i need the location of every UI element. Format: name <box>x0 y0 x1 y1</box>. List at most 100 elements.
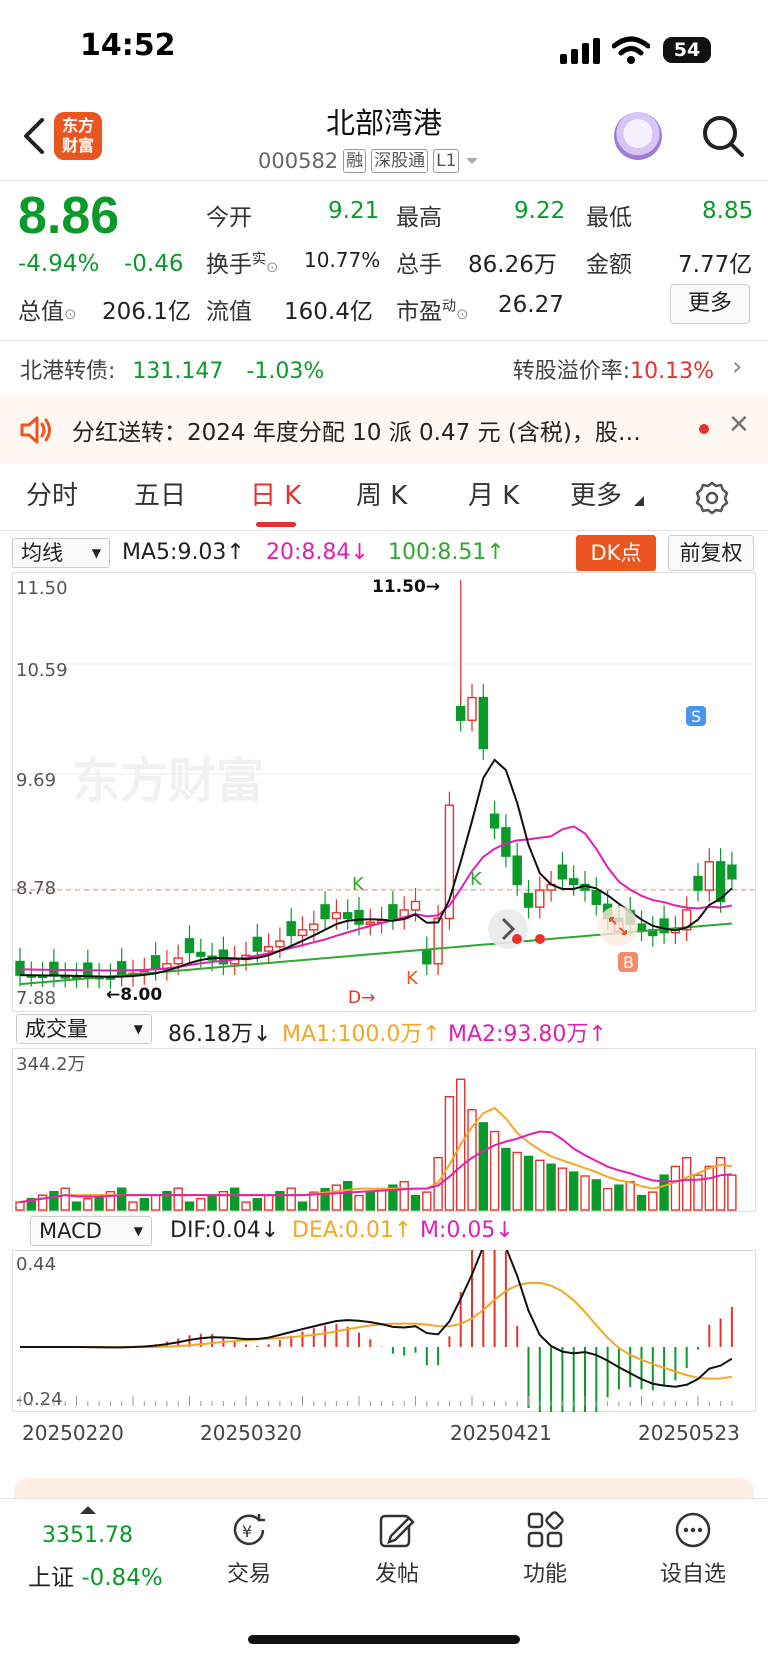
pe-value: 26.27 <box>498 292 564 318</box>
chevron-right-icon[interactable]: › <box>732 352 742 382</box>
candle-body <box>275 940 285 948</box>
tab-five-day[interactable]: 五日 <box>134 475 186 512</box>
change-value: -0.46 <box>124 251 184 277</box>
volume-bar <box>241 1201 251 1211</box>
unread-dot <box>699 424 709 434</box>
volume-bar <box>252 1197 263 1211</box>
volume-bar <box>128 1201 138 1211</box>
home-indicator <box>248 1635 520 1644</box>
candle-body <box>727 864 737 880</box>
date-label-4: 20250523 <box>638 1421 740 1445</box>
volume-bar <box>263 1194 274 1211</box>
premium-row[interactable]: 转股溢价率:10.13% <box>513 353 714 385</box>
chevron-down-icon[interactable] <box>464 155 480 167</box>
candle-body <box>478 696 488 750</box>
nav-trade[interactable]: ¥ 交易 <box>194 1510 304 1588</box>
signal-k-2: K <box>470 869 483 890</box>
volume-bar <box>207 1194 217 1211</box>
volume-bar <box>682 1157 692 1211</box>
signal-k-1: K <box>352 874 365 895</box>
forward-adjust-button[interactable]: 前复权 <box>668 535 754 571</box>
volume-bar <box>196 1197 206 1211</box>
volume-value-legend: 86.18万↓ <box>168 1022 272 1047</box>
macd-chart[interactable]: 0.44 -0.24 <box>12 1250 756 1412</box>
volume-bar <box>331 1184 342 1211</box>
candle-body <box>636 923 647 931</box>
edit-icon <box>379 1514 415 1548</box>
volume-select[interactable]: 成交量 ▼ <box>16 1014 152 1044</box>
battery-icon: 54 <box>663 37 711 63</box>
tag-connect: 深股通 <box>371 149 429 173</box>
volume-bar <box>139 1197 150 1211</box>
volume-bar <box>422 1191 432 1211</box>
y-label-2: 10.59 <box>16 660 68 681</box>
turnover-value: 10.77% <box>304 248 381 272</box>
tab-weekly-k[interactable]: 周 K <box>356 475 407 512</box>
kline-chart[interactable]: 东方财富 11.50 10.59 9.69 8.78 7.88 11.50→ ←… <box>12 572 756 1012</box>
candle-body <box>196 951 206 957</box>
low-label: 最低 <box>586 205 632 231</box>
volume-value: 86.26万 <box>468 252 557 278</box>
volume-bar <box>399 1180 409 1211</box>
open-label: 今开 <box>206 205 252 231</box>
mktcap-label: 总值⊙ <box>18 299 77 325</box>
y-label-max: 11.50 <box>16 578 68 599</box>
index-value[interactable]: 3351.78 <box>42 1523 133 1548</box>
candle-body <box>15 960 25 976</box>
macd-y-top: 0.44 <box>16 1254 56 1275</box>
candle-body <box>512 855 522 886</box>
y-label-4: 8.78 <box>16 878 56 899</box>
indicator-select[interactable]: 均线 ▼ <box>12 538 110 568</box>
volume-bar <box>569 1171 579 1211</box>
nav-add-watchlist[interactable]: 设自选 <box>638 1510 748 1588</box>
nav-features[interactable]: 功能 <box>490 1510 600 1588</box>
volume-bar <box>71 1201 82 1211</box>
close-icon[interactable]: ✕ <box>728 410 750 440</box>
volume-chart[interactable]: 344.2万 <box>12 1048 756 1212</box>
tab-more[interactable]: 更多 <box>570 475 622 512</box>
tab-intraday[interactable]: 分时 <box>26 475 78 512</box>
volume-bar <box>478 1122 488 1211</box>
index-row[interactable]: 上证 -0.84% <box>28 1558 163 1592</box>
convertible-bond-row[interactable]: 北港转债: 131.147 -1.03% <box>20 353 324 385</box>
volume-bar <box>580 1175 590 1211</box>
volume-bar <box>15 1201 25 1211</box>
more-button[interactable]: 更多 <box>670 284 750 324</box>
search-icon[interactable] <box>700 113 746 159</box>
assistant-avatar[interactable] <box>614 112 662 160</box>
candle-body <box>150 955 161 971</box>
volume-bar <box>410 1194 421 1211</box>
macd-select[interactable]: MACD ▼ <box>30 1216 152 1246</box>
volume-bar <box>614 1184 624 1211</box>
low-value: 8.85 <box>702 198 754 224</box>
amount-value: 7.77亿 <box>678 252 753 278</box>
nav-post[interactable]: 发帖 <box>342 1510 452 1588</box>
candle-body <box>569 878 579 886</box>
change-pct: -4.94% <box>18 251 100 277</box>
candle-body <box>557 864 568 880</box>
corner-triangle-icon <box>634 496 644 506</box>
volume-bar <box>376 1187 387 1211</box>
tab-daily-k[interactable]: 日 K <box>250 475 301 512</box>
volume-bar <box>670 1165 681 1211</box>
vol-ma2-legend: MA2:93.80万↑ <box>448 1022 607 1047</box>
dk-point-button[interactable]: DK点 <box>576 535 656 571</box>
high-value: 9.22 <box>514 198 566 224</box>
volume-bar <box>648 1191 658 1211</box>
volume-bar <box>512 1151 522 1211</box>
volume-bar <box>365 1191 375 1211</box>
dividend-notice[interactable]: 分红送转：2024 年度分配 10 派 0.47 元 (含税)，股… <box>72 413 672 447</box>
gear-icon[interactable] <box>694 480 730 516</box>
candle-body <box>286 921 296 937</box>
candle-body <box>309 923 319 931</box>
premium-value: 10.13% <box>630 359 714 384</box>
volume-bar <box>501 1147 511 1211</box>
macd-y-bottom: -0.24 <box>16 1389 63 1410</box>
volume-bar <box>184 1201 195 1211</box>
tab-monthly-k[interactable]: 月 K <box>468 475 519 512</box>
status-time: 14:52 <box>80 28 176 63</box>
candle-body <box>523 892 534 908</box>
volume-bar <box>297 1201 308 1211</box>
signal-icon <box>560 38 600 64</box>
vol-ma1-legend: MA1:100.0万↑ <box>282 1022 441 1047</box>
